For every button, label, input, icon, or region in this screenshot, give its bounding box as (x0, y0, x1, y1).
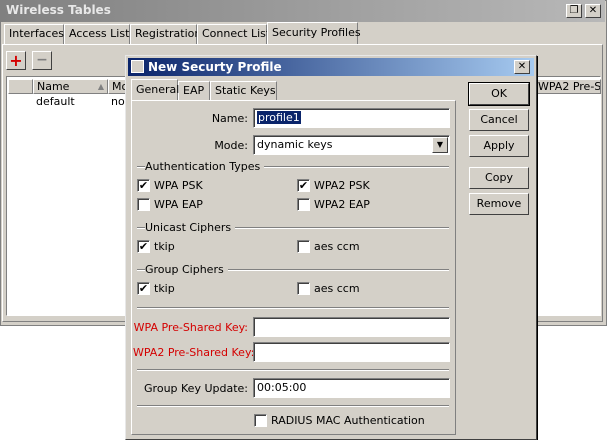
remove-button[interactable]: − (32, 51, 52, 70)
column-header-name[interactable]: Name ▲ (33, 79, 108, 94)
tab-interfaces[interactable]: Interfaces (4, 24, 64, 44)
name-input[interactable]: profile1 (253, 108, 450, 128)
remove-profile-button[interactable]: Remove (469, 193, 529, 215)
unicast-aes-checkbox[interactable] (297, 240, 310, 253)
unicast-ciphers-heading: Unicast Ciphers (145, 221, 236, 234)
unicast-tkip-checkbox[interactable]: ✔ (137, 240, 150, 253)
group-tkip-checkbox[interactable]: ✔ (137, 282, 150, 295)
close-button[interactable]: ✕ (585, 4, 601, 18)
group-aes-checkbox[interactable] (297, 282, 310, 295)
radius-mac-auth-label: RADIUS MAC Authentication (271, 414, 425, 427)
cancel-button[interactable]: Cancel (469, 109, 529, 131)
wpa2-psk-key-label: WPA2 Pre-Shared Key: (133, 346, 255, 359)
divider (137, 307, 449, 309)
tab-eap[interactable]: EAP (178, 81, 210, 100)
wpa-psk-label: WPA PSK (154, 179, 203, 192)
wpa-eap-checkbox[interactable] (137, 198, 150, 211)
name-label: Name: (211, 112, 248, 125)
column-header-wpa2-key[interactable]: WPA2 Pre-Sha (534, 79, 601, 94)
copy-button[interactable]: Copy (469, 167, 529, 189)
tab-security-profiles[interactable]: Security Profiles (267, 22, 361, 44)
wpa2-psk-key-input[interactable] (253, 342, 450, 362)
wpa-eap-label: WPA EAP (154, 198, 203, 211)
radius-mac-auth-checkbox[interactable] (254, 414, 267, 427)
wpa2-psk-checkbox[interactable]: ✔ (297, 179, 310, 192)
wpa-psk-checkbox[interactable]: ✔ (137, 179, 150, 192)
group-aes-label: aes ccm (314, 282, 360, 295)
unicast-tkip-label: tkip (154, 240, 175, 253)
wpa2-eap-checkbox[interactable] (297, 198, 310, 211)
divider (137, 405, 449, 407)
wpa2-psk-label: WPA2 PSK (314, 179, 370, 192)
apply-button[interactable]: Apply (469, 135, 529, 157)
add-button[interactable]: + (6, 51, 26, 70)
window-title: Wireless Tables (6, 3, 111, 17)
mode-label: Mode: (214, 139, 248, 152)
sort-icon: ▲ (97, 82, 104, 91)
divider (137, 369, 449, 371)
list-item-mode[interactable]: no (111, 95, 125, 108)
tab-general[interactable]: General (131, 79, 179, 100)
unicast-aes-label: aes ccm (314, 240, 360, 253)
group-ciphers-heading: Group Ciphers (145, 263, 228, 276)
plus-icon: + (9, 51, 23, 70)
list-item-name[interactable]: default (36, 95, 75, 108)
mode-select[interactable]: dynamic keys (253, 135, 450, 155)
auth-types-heading: Authentication Types (145, 160, 265, 173)
ok-button[interactable]: OK (468, 82, 530, 106)
minus-icon: − (36, 52, 48, 68)
column-header-blank[interactable] (8, 79, 33, 94)
tab-connect-list[interactable]: Connect List (197, 24, 270, 44)
group-key-update-input[interactable]: 00:05:00 (253, 378, 450, 398)
tab-static-keys[interactable]: Static Keys (210, 81, 277, 100)
wpa2-eap-label: WPA2 EAP (314, 198, 370, 211)
app-icon (131, 60, 144, 73)
tab-registration[interactable]: Registration (130, 24, 201, 44)
group-key-update-label: Group Key Update: (144, 382, 248, 395)
wpa-psk-key-label: WPA Pre-Shared Key: (133, 321, 248, 334)
wpa-psk-key-input[interactable] (253, 317, 450, 337)
tab-access-list[interactable]: Access List (64, 24, 130, 44)
group-tkip-label: tkip (154, 282, 175, 295)
dialog-close-button[interactable]: ✕ (514, 60, 530, 74)
restore-button[interactable]: ❐ (566, 4, 582, 18)
chevron-down-icon[interactable]: ▼ (432, 137, 448, 153)
dialog-title: New Securty Profile (148, 60, 282, 74)
